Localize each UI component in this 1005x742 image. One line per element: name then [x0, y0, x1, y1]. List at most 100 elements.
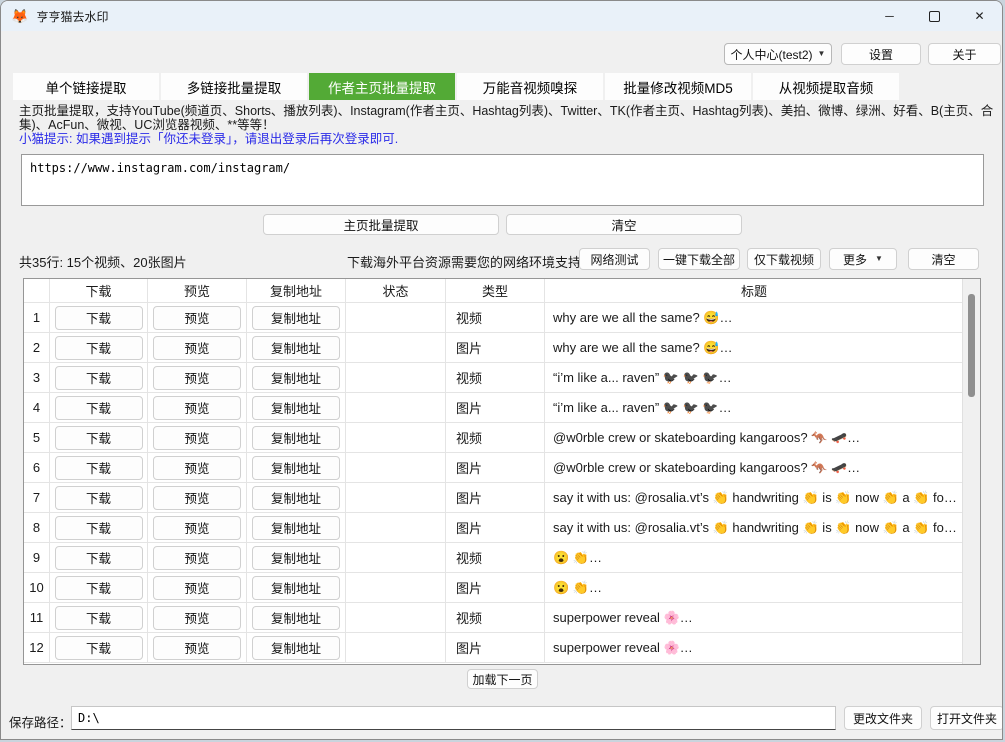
row-copy-url-button[interactable]: 复制地址 — [252, 396, 340, 420]
intro-text: 主页批量提取，支持YouTube(频道页、Shorts、播放列表)、Instag… — [19, 104, 994, 146]
row-preview-button[interactable]: 预览 — [153, 306, 241, 330]
table-row: 1 下载 预览 复制地址 视频 why are we all the same?… — [24, 303, 963, 333]
row-preview-button[interactable]: 预览 — [153, 576, 241, 600]
row-download-button[interactable]: 下载 — [55, 516, 143, 540]
row-copy-url-button[interactable]: 复制地址 — [252, 606, 340, 630]
row-download-button[interactable]: 下载 — [55, 306, 143, 330]
row-preview-button[interactable]: 预览 — [153, 426, 241, 450]
header-title: 标题 — [545, 279, 963, 302]
table-row: 7 下载 预览 复制地址 图片 say it with us: @rosalia… — [24, 483, 963, 513]
save-path-input[interactable] — [71, 706, 836, 730]
maximize-button[interactable] — [912, 1, 957, 31]
row-copy-url-button[interactable]: 复制地址 — [252, 456, 340, 480]
tab-extract-audio[interactable]: 从视频提取音频 — [753, 73, 899, 100]
row-preview-button[interactable]: 预览 — [153, 486, 241, 510]
row-download-button[interactable]: 下载 — [55, 576, 143, 600]
row-copy-url-button[interactable]: 复制地址 — [252, 306, 340, 330]
clear-input-button[interactable]: 清空 — [506, 214, 742, 235]
minimize-icon: ─ — [885, 9, 894, 23]
row-type: 视频 — [446, 363, 545, 392]
network-test-button[interactable]: 网络测试 — [579, 248, 650, 270]
row-title: superpower reveal 🌸… — [545, 603, 963, 632]
scrollbar-thumb[interactable] — [968, 294, 975, 397]
row-type: 图片 — [446, 393, 545, 422]
row-status — [346, 633, 446, 662]
row-copy-url-button[interactable]: 复制地址 — [252, 546, 340, 570]
table-row: 2 下载 预览 复制地址 图片 why are we all the same?… — [24, 333, 963, 363]
row-preview-button[interactable]: 预览 — [153, 546, 241, 570]
row-download-button[interactable]: 下载 — [55, 486, 143, 510]
row-copy-url-button[interactable]: 复制地址 — [252, 366, 340, 390]
table-scrollbar[interactable] — [962, 279, 980, 664]
user-center-dropdown[interactable]: 个人中心(test2) ▼ — [724, 43, 832, 65]
row-preview-button[interactable]: 预览 — [153, 396, 241, 420]
clear-results-button[interactable]: 清空 — [908, 248, 979, 270]
row-download-button[interactable]: 下载 — [55, 396, 143, 420]
row-title: @w0rble crew or skateboarding kangaroos?… — [545, 453, 963, 482]
row-index: 3 — [24, 363, 50, 392]
row-download-button[interactable]: 下载 — [55, 546, 143, 570]
header-index — [24, 279, 50, 302]
homepage-batch-extract-button[interactable]: 主页批量提取 — [263, 214, 499, 235]
row-status — [346, 363, 446, 392]
row-preview-button[interactable]: 预览 — [153, 336, 241, 360]
table-row: 8 下载 预览 复制地址 图片 say it with us: @rosalia… — [24, 513, 963, 543]
row-copy-url-button[interactable]: 复制地址 — [252, 336, 340, 360]
row-title: say it with us: @rosalia.vt’s 👏 handwrit… — [545, 513, 963, 542]
download-all-button[interactable]: 一键下载全部 — [658, 248, 740, 270]
tab-single-link-extract[interactable]: 单个链接提取 — [13, 73, 159, 100]
row-status — [346, 333, 446, 362]
load-next-page-button[interactable]: 加载下一页 — [467, 669, 538, 689]
row-copy-url-button[interactable]: 复制地址 — [252, 426, 340, 450]
row-type: 图片 — [446, 573, 545, 602]
row-preview-button[interactable]: 预览 — [153, 636, 241, 660]
row-download-button[interactable]: 下载 — [55, 336, 143, 360]
close-button[interactable]: ✕ — [957, 1, 1002, 31]
fox-app-icon: 🦊 — [11, 9, 28, 23]
table-header-row: 下载 预览 复制地址 状态 类型 标题 — [24, 279, 963, 303]
row-title: why are we all the same? 😅… — [545, 303, 963, 332]
tab-multi-link-batch-extract[interactable]: 多链接批量提取 — [161, 73, 307, 100]
row-type: 视频 — [446, 603, 545, 632]
row-status — [346, 573, 446, 602]
row-title: 😮 👏… — [545, 573, 963, 602]
about-button[interactable]: 关于 — [928, 43, 1001, 65]
table-row: 3 下载 预览 复制地址 视频 “i’m like a... raven” 🐦‍… — [24, 363, 963, 393]
tab-batch-modify-md5[interactable]: 批量修改视频MD5 — [605, 73, 751, 100]
row-download-button[interactable]: 下载 — [55, 636, 143, 660]
row-copy-url-button[interactable]: 复制地址 — [252, 576, 340, 600]
minimize-button[interactable]: ─ — [867, 1, 912, 31]
row-download-button[interactable]: 下载 — [55, 366, 143, 390]
more-label: 更多 — [843, 251, 867, 268]
row-status — [346, 543, 446, 572]
url-input[interactable] — [21, 154, 984, 206]
header-copy: 复制地址 — [247, 279, 346, 302]
row-index: 1 — [24, 303, 50, 332]
row-index: 7 — [24, 483, 50, 512]
row-preview-button[interactable]: 预览 — [153, 516, 241, 540]
more-dropdown-button[interactable]: 更多 ▼ — [829, 248, 897, 270]
row-download-button[interactable]: 下载 — [55, 606, 143, 630]
row-index: 5 — [24, 423, 50, 452]
intro-line2: 集)、AcFun、微视、UC浏览器视频、**等等！ — [19, 118, 994, 132]
row-copy-url-button[interactable]: 复制地址 — [252, 486, 340, 510]
row-index: 8 — [24, 513, 50, 542]
row-copy-url-button[interactable]: 复制地址 — [252, 636, 340, 660]
row-preview-button[interactable]: 预览 — [153, 366, 241, 390]
change-folder-button[interactable]: 更改文件夹 — [844, 706, 922, 730]
row-download-button[interactable]: 下载 — [55, 426, 143, 450]
table-row: 6 下载 预览 复制地址 图片 @w0rble crew or skateboa… — [24, 453, 963, 483]
row-title: 😮 👏… — [545, 543, 963, 572]
tab-bar: 单个链接提取 多链接批量提取 作者主页批量提取 万能音视频嗅探 批量修改视频MD… — [13, 73, 899, 100]
download-video-only-button[interactable]: 仅下载视频 — [747, 248, 821, 270]
row-type: 图片 — [446, 633, 545, 662]
tab-universal-sniffer[interactable]: 万能音视频嗅探 — [457, 73, 603, 100]
results-table: 下载 预览 复制地址 状态 类型 标题 1 下载 预览 复制地址 视频 why … — [23, 278, 981, 665]
row-preview-button[interactable]: 预览 — [153, 456, 241, 480]
row-download-button[interactable]: 下载 — [55, 456, 143, 480]
open-folder-button[interactable]: 打开文件夹 — [930, 706, 1003, 730]
row-copy-url-button[interactable]: 复制地址 — [252, 516, 340, 540]
row-preview-button[interactable]: 预览 — [153, 606, 241, 630]
settings-button[interactable]: 设置 — [841, 43, 921, 65]
tab-author-homepage-batch-extract[interactable]: 作者主页批量提取 — [309, 73, 455, 100]
